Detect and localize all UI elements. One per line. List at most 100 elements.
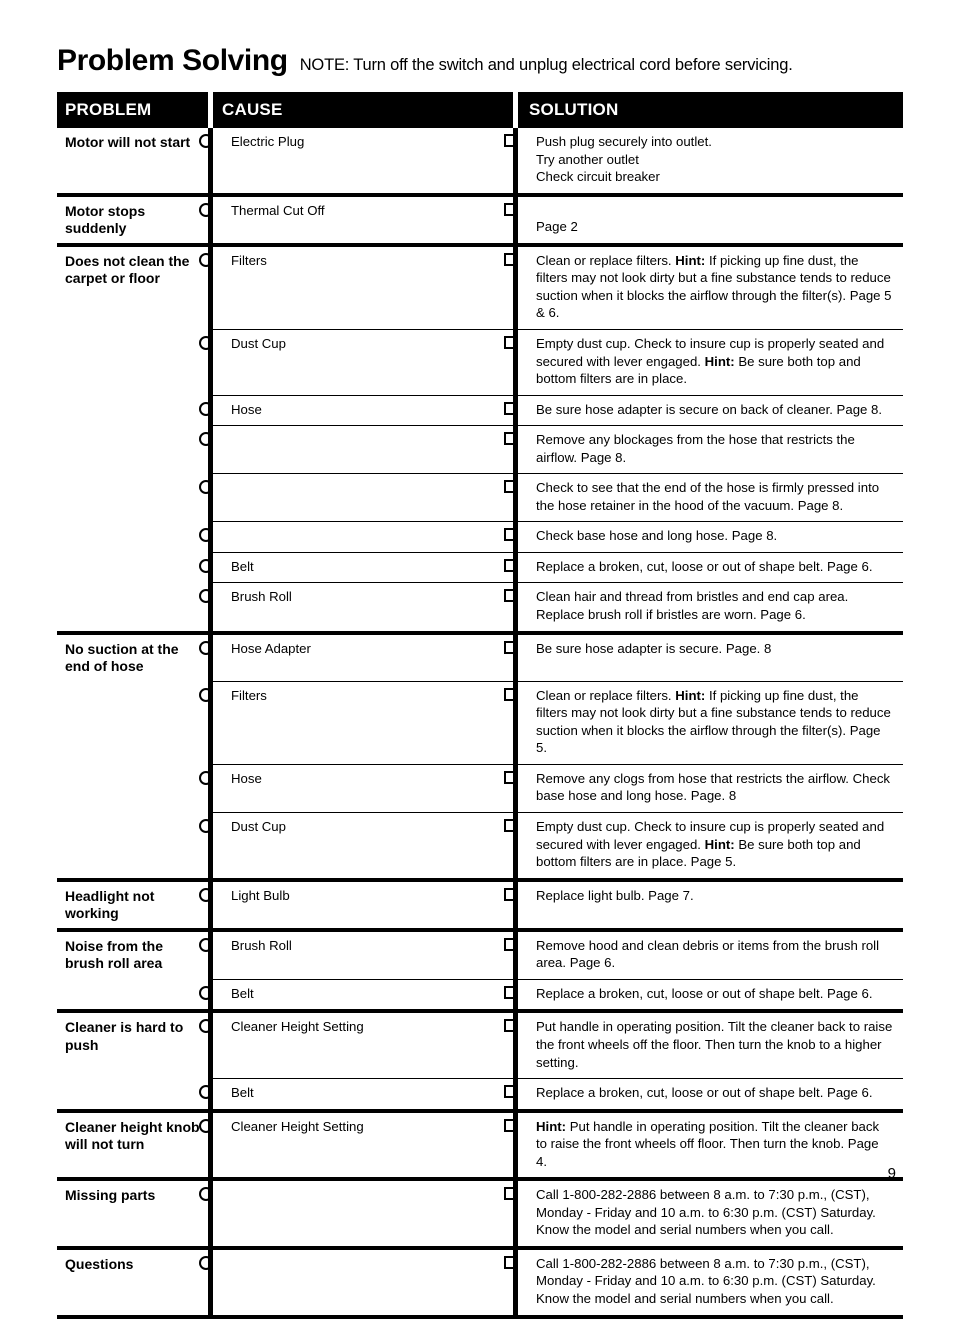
cell-solution: Empty dust cup. Check to insure cup is p… [503, 813, 903, 878]
table-row: Does not clean the carpet or floor Filter… [57, 247, 903, 329]
problem-group: Motor will not start Electric Plug Push pl… [57, 128, 903, 197]
solution-text: Replace light bulb. Page 7. [536, 887, 694, 903]
group-rows: Questions Call 1-800-282-2886 between 8 a… [57, 1250, 903, 1315]
cell-problem: No suction at the end of hose [65, 640, 179, 674]
problem-group: Missing parts Call 1-800-282-2886 between… [57, 1181, 903, 1250]
column-rule-solution [513, 931, 518, 1010]
cell-cause: Hose [198, 765, 513, 812]
solution-text: Clean hair and thread from bristles and … [536, 589, 849, 622]
cell-problem [57, 583, 208, 630]
cell-problem [57, 553, 208, 583]
column-rule-cause [208, 881, 213, 928]
cause-label: Belt [231, 558, 254, 574]
cell-solution: Replace a broken, cut, loose or out of s… [503, 1079, 903, 1109]
header-divider-left [208, 92, 213, 128]
cell-solution: Remove any blockages from the hose that … [503, 426, 903, 473]
cell-problem: Does not clean the carpet or floor [65, 252, 190, 286]
solution-text: Replace a broken, cut, loose or out of s… [536, 558, 873, 574]
table-header-row: PROBLEM CAUSE SOLUTION [57, 92, 903, 128]
table-row: Hose Be sure hose adapter is secure on ba… [57, 394, 903, 426]
cell-cause: Dust Cup [198, 330, 513, 395]
cell-problem: Motor stops suddenly [65, 202, 146, 236]
header-divider-right [513, 92, 518, 128]
solution-text: Replace a broken, cut, loose or out of s… [536, 1085, 873, 1101]
cell-solution: Hint: Put handle in operating position. … [503, 1113, 903, 1178]
table-row: Belt Replace a broken, cut, loose or out … [57, 978, 903, 1010]
cell-problem: Missing parts [65, 1187, 156, 1204]
column-rule-cause [208, 128, 213, 193]
group-rows: Headlight not working Light Bulb Replace l… [57, 882, 903, 928]
group-rows: Does not clean the carpet or floor Filter… [57, 247, 903, 631]
solution-text: Remove any clogs from hose that restrict… [536, 770, 891, 804]
problem-solving-table: PROBLEM CAUSE SOLUTION Motor will not st… [57, 92, 903, 1319]
table-row: Check base hose and long hose. Page 8. [57, 520, 903, 552]
solution-text: Remove any blockages from the hose that … [536, 432, 855, 465]
solution-text: Clean or replace filters. Hint: If picki… [536, 252, 892, 321]
cell-cause: Belt [198, 1079, 513, 1109]
solution-text: Clean or replace filters. Hint: If picki… [536, 687, 891, 756]
solution-text: Call 1-800-282-2886 between 8 a.m. to 7:… [536, 1187, 876, 1238]
cell-cause: Cleaner Height Setting [198, 1113, 513, 1178]
document-page: Problem Solving NOTE: Turn off the switc… [0, 0, 954, 1319]
column-rule-cause [208, 1112, 213, 1178]
cell-solution: Replace light bulb. Page 7. [503, 882, 903, 928]
cell-problem [57, 522, 208, 552]
cell-problem: Cleaner height knob will not turn [65, 1118, 200, 1152]
solution-text: Empty dust cup. Check to insure cup is p… [536, 335, 885, 387]
cause-label: Brush Roll [231, 937, 292, 953]
table-row: No suction at the end of hose Hose Adapte… [57, 635, 903, 681]
cell-cause [198, 522, 513, 552]
solution-text: Be sure hose adapter is secure. Page. 8 [536, 640, 772, 656]
solution-text: Page 2 [536, 218, 578, 234]
cell-solution: Remove hood and clean debris or items fr… [503, 932, 903, 979]
cause-label: Belt [231, 1085, 254, 1101]
column-rule-cause [208, 196, 213, 243]
column-rule-cause [208, 1181, 213, 1246]
cause-label: Hose Adapter [231, 640, 311, 656]
table-row: Belt Replace a broken, cut, loose or out … [57, 1077, 903, 1109]
solution-text: Remove hood and clean debris or items fr… [536, 937, 880, 971]
cell-problem [57, 426, 208, 473]
cell-solution: Replace a broken, cut, loose or out of s… [503, 553, 903, 583]
solution-text: Hint: Put handle in operating position. … [536, 1118, 880, 1169]
problem-group: Noise from the brush roll area Brush Roll… [57, 931, 903, 1014]
solution-text: Check base hose and long hose. Page 8. [536, 528, 778, 544]
cell-cause: Filters [198, 682, 513, 764]
solution-text: Check to see that the end of the hose is… [536, 480, 880, 513]
cell-problem [57, 1079, 208, 1109]
cell-cause: Filters [198, 247, 513, 329]
cell-problem [57, 980, 208, 1010]
column-rule-solution [513, 1181, 518, 1246]
document-header: Problem Solving NOTE: Turn off the switc… [57, 46, 903, 84]
group-rows: Noise from the brush roll area Brush Roll… [57, 932, 903, 1010]
cell-problem [57, 813, 208, 878]
solution-text: Put handle in operating position. Tilt t… [536, 1019, 893, 1070]
problem-group: Does not clean the carpet or floor Filter… [57, 246, 903, 635]
cell-solution: Clean or replace filters. Hint: If picki… [503, 682, 903, 764]
cell-cause: Hose [198, 396, 513, 426]
table-row: Motor stops suddenly Thermal Cut Off Page … [57, 197, 903, 243]
table-row: Dust Cup Empty dust cup. Check to insure … [57, 328, 903, 395]
cell-cause: Thermal Cut Off [198, 197, 513, 243]
cell-solution: Be sure hose adapter is secure. Page. 8 [503, 635, 903, 681]
cell-cause [198, 1181, 513, 1246]
cause-label: Belt [231, 985, 254, 1001]
cell-solution: Call 1-800-282-2886 between 8 a.m. to 7:… [503, 1250, 903, 1315]
cause-label: Dust Cup [231, 818, 286, 834]
solution-text: Replace a broken, cut, loose or out of s… [536, 985, 873, 1001]
column-rule-solution [513, 196, 518, 243]
table-row: Cleaner is hard to push Cleaner Height Se… [57, 1013, 903, 1078]
cell-cause: Light Bulb [198, 882, 513, 928]
column-rule-cause [208, 931, 213, 1010]
cell-cause: Electric Plug [198, 128, 513, 193]
column-rule-solution [513, 881, 518, 928]
problem-group: No suction at the end of hose Hose Adapte… [57, 634, 903, 882]
column-header-cause: CAUSE [222, 100, 283, 119]
cell-solution: Replace a broken, cut, loose or out of s… [503, 980, 903, 1010]
problem-group: Questions Call 1-800-282-2886 between 8 a… [57, 1249, 903, 1319]
column-rule-solution [513, 128, 518, 193]
cause-label: Hose [231, 770, 262, 786]
cell-cause [198, 1250, 513, 1315]
table-row: Headlight not working Light Bulb Replace l… [57, 882, 903, 928]
table-row: Questions Call 1-800-282-2886 between 8 a… [57, 1250, 903, 1315]
